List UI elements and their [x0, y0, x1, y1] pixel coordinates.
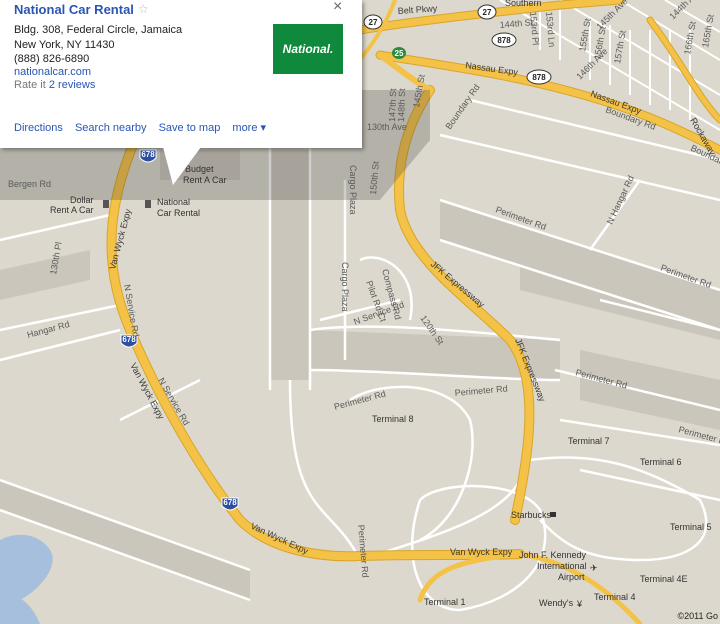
car-rental-icon [103, 200, 109, 208]
info-actions: Directions Search nearby Save to map mor… [14, 121, 275, 134]
poi-wendys[interactable]: Wendy's ¥ [539, 598, 583, 609]
car-rental-icon [145, 200, 151, 208]
rating-row: Rate it 2 reviews [14, 79, 95, 91]
svg-text:678: 678 [223, 498, 237, 507]
coffee-icon [550, 512, 556, 517]
svg-text:678: 678 [141, 150, 155, 159]
more-dropdown[interactable]: more ▾ [232, 122, 266, 134]
brand-logo: National. [273, 24, 343, 74]
label-bergen-rd: Bergen Rd [8, 179, 51, 189]
shield-678a: 678 [139, 149, 157, 163]
svg-text:27: 27 [369, 18, 378, 27]
phone-number: (888) 826-6890 [14, 53, 90, 65]
svg-text:International: International [537, 561, 587, 571]
svg-text:National: National [157, 197, 190, 207]
svg-text:Rent A Car: Rent A Car [50, 205, 94, 215]
shield-27b: 27 [477, 4, 497, 20]
shield-878a: 878 [491, 32, 517, 48]
label-147th-st: 147th St [387, 88, 398, 122]
label-van-wyck-4: Van Wyck Expy [450, 547, 513, 557]
svg-text:Wendy's: Wendy's [539, 598, 574, 608]
address-line-2: New York, NY 11430 [14, 39, 115, 51]
star-icon[interactable]: ☆ [138, 2, 149, 16]
label-terminal-4[interactable]: Terminal 4 [594, 592, 636, 602]
label-terminal-5[interactable]: Terminal 5 [670, 522, 712, 532]
search-nearby-link[interactable]: Search nearby [75, 122, 147, 134]
label-terminal-8[interactable]: Terminal 8 [372, 414, 414, 424]
place-info-window: National Car Rental ☆ × Bldg. 308, Feder… [0, 0, 362, 185]
label-130th-ave: 130th Ave [367, 122, 407, 132]
shield-25: 25 [392, 47, 406, 59]
rate-it-label[interactable]: Rate it [14, 79, 46, 91]
label-terminal-6[interactable]: Terminal 6 [640, 457, 682, 467]
address-line-1: Bldg. 308, Federal Circle, Jamaica [14, 24, 183, 36]
svg-text:Dollar: Dollar [70, 195, 94, 205]
svg-text:27: 27 [483, 8, 492, 17]
info-window-pointer [163, 147, 201, 185]
close-icon[interactable]: × [333, 0, 342, 16]
restaurant-icon: ¥ [576, 599, 583, 609]
svg-text:878: 878 [497, 36, 511, 45]
svg-text:Starbucks: Starbucks [511, 510, 552, 520]
airport-icon: ✈ [590, 563, 598, 573]
label-terminal-4e[interactable]: Terminal 4E [640, 574, 688, 584]
label-cargo-plaza-1: Cargo Plaza [348, 165, 358, 215]
poi-starbucks[interactable]: Starbucks [511, 510, 556, 520]
website-link[interactable]: nationalcar.com [14, 66, 91, 78]
shield-878b: 878 [526, 69, 552, 85]
directions-link[interactable]: Directions [14, 122, 63, 134]
svg-text:Airport: Airport [558, 572, 585, 582]
svg-text:25: 25 [395, 49, 404, 58]
shield-678c: 678 [221, 497, 239, 511]
label-southern: Southern [505, 0, 542, 8]
shield-27a: 27 [363, 14, 383, 30]
label-cargo-plaza-2: Cargo Plaza [340, 262, 350, 312]
label-terminal-1[interactable]: Terminal 1 [424, 597, 466, 607]
place-title[interactable]: National Car Rental [14, 2, 134, 17]
svg-text:Car Rental: Car Rental [157, 208, 200, 218]
svg-text:John F. Kennedy: John F. Kennedy [519, 550, 587, 560]
svg-text:878: 878 [532, 73, 546, 82]
save-to-map-link[interactable]: Save to map [159, 122, 221, 134]
map-copyright: ©2011 Go [677, 611, 719, 621]
reviews-link[interactable]: 2 reviews [49, 79, 95, 91]
label-terminal-7[interactable]: Terminal 7 [568, 436, 610, 446]
logo-text: National. [282, 42, 334, 56]
